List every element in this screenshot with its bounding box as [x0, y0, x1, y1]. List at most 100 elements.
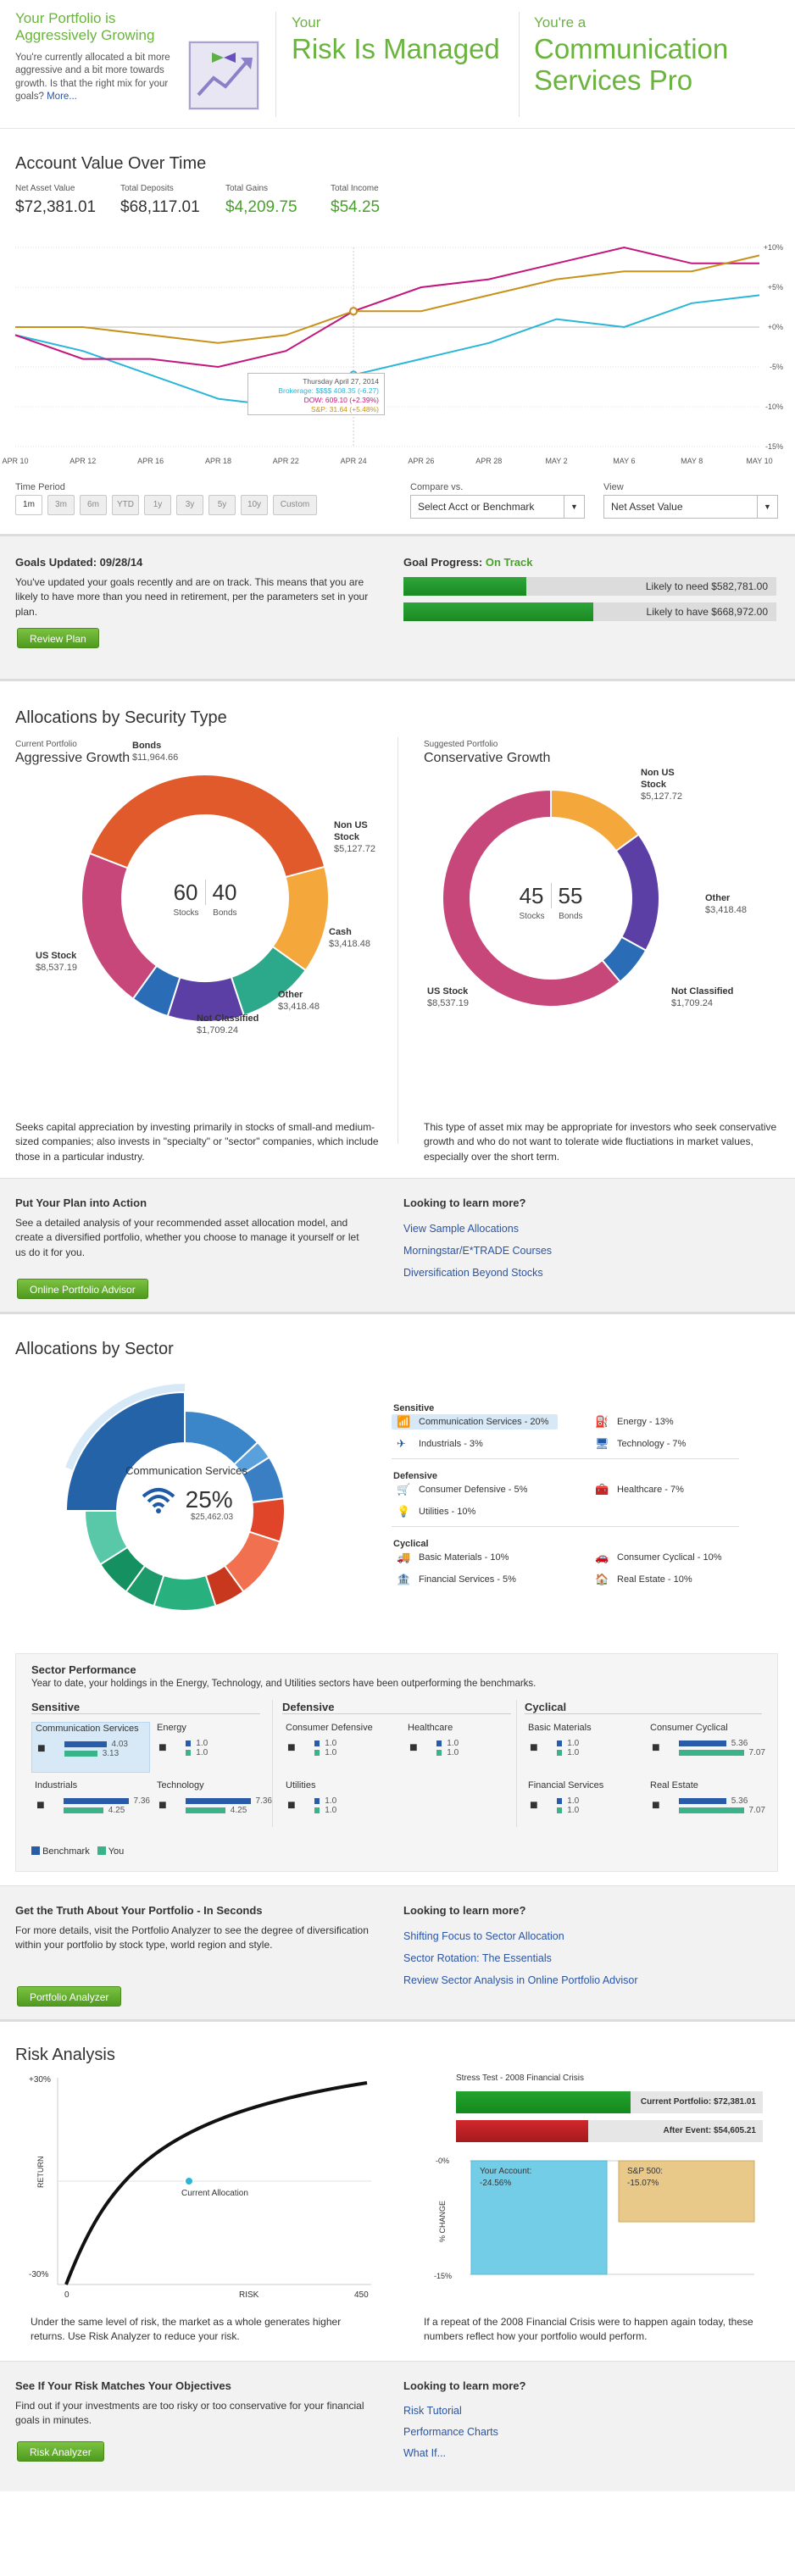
- link-diversification[interactable]: Diversification Beyond Stocks: [403, 1262, 552, 1284]
- link-what-if[interactable]: What If...: [403, 2443, 498, 2464]
- sector-item-energy[interactable]: ⛽ Energy - 13%: [590, 1414, 674, 1430]
- performance-legend: Benchmark You: [31, 1846, 124, 1858]
- perf-card-financial-services[interactable]: Financial Services ■ 1.0 1.0: [525, 1779, 643, 1830]
- online-portfolio-advisor-button[interactable]: Online Portfolio Advisor: [17, 1279, 148, 1299]
- you-value: 3.13: [102, 1749, 120, 1758]
- label-cash: Cash $3,418.48: [329, 927, 370, 949]
- donut-segment-5: [81, 852, 158, 1001]
- link-view-sample-allocations[interactable]: View Sample Allocations: [403, 1218, 552, 1240]
- sector-item-healthcare[interactable]: 🧰 Healthcare - 7%: [590, 1482, 684, 1497]
- time-button-1m[interactable]: 1m: [15, 495, 42, 515]
- portfolio-analyzer-button[interactable]: Portfolio Analyzer: [17, 1986, 122, 2007]
- review-plan-button[interactable]: Review Plan: [17, 628, 99, 648]
- objectives-learn-title: Looking to learn more?: [403, 2379, 526, 2392]
- sector-item-consumer-cyclical[interactable]: 🚗 Consumer Cyclical - 10%: [590, 1550, 721, 1565]
- perf-card-name: Basic Materials: [528, 1723, 592, 1733]
- truth-title: Get the Truth About Your Portfolio - In …: [15, 1904, 263, 1917]
- donut-segment-0: [88, 774, 326, 879]
- sector-icon: ■: [37, 1741, 46, 1756]
- performance-panel: Sector Performance Year to date, your ho…: [15, 1653, 778, 1872]
- risk-y-bottom: -30%: [29, 2270, 49, 2279]
- sector-item-real-estate[interactable]: 🏠 Real Estate - 10%: [590, 1572, 692, 1587]
- perf-card-name: Energy: [157, 1723, 186, 1733]
- x-tick-label: MAY 2: [545, 457, 567, 465]
- you-value: 1.0: [325, 1748, 337, 1757]
- time-button-3y[interactable]: 3y: [176, 495, 203, 515]
- tooltip-sp: S&P: 31.64 (+5.48%): [310, 405, 379, 414]
- x-tick-label: APR 16: [137, 457, 164, 465]
- sector-item-consumer-defensive[interactable]: 🛒 Consumer Defensive - 5%: [392, 1482, 527, 1497]
- benchmark-bar: [64, 1798, 129, 1804]
- plan-title: Put Your Plan into Action: [15, 1196, 147, 1209]
- perf-card-real-estate[interactable]: Real Estate ■ 5.36 7.07: [647, 1779, 765, 1830]
- sector-item-basic-materials[interactable]: 🚚 Basic Materials - 10%: [392, 1550, 509, 1565]
- link-review-sector-analysis[interactable]: Review Sector Analysis in Online Portfol…: [403, 1969, 638, 1991]
- truth-text: For more details, visit the Portfolio An…: [15, 1924, 369, 1951]
- sector-item-industrials[interactable]: ✈ Industrials - 3%: [392, 1436, 483, 1452]
- allocations-sector-section: Allocations by Sector Communication Serv…: [0, 1314, 795, 1645]
- stat-value: $68,117.01: [120, 197, 200, 216]
- perf-group-sensitive: Sensitive: [31, 1701, 81, 1713]
- current-portfolio-bar: Current Portfolio: $72,381.01: [456, 2091, 763, 2113]
- you-bar: [64, 1807, 103, 1813]
- time-button-3m[interactable]: 3m: [47, 495, 75, 515]
- perf-card-name: Technology: [157, 1780, 204, 1790]
- perf-card-utilities[interactable]: Utilities ■ 1.0 1.0: [282, 1779, 401, 1830]
- time-button-10y[interactable]: 10y: [241, 495, 268, 515]
- x-tick-label: APR 28: [475, 457, 502, 465]
- current-allocation-label: Current Allocation: [181, 2189, 248, 2198]
- perf-card-technology[interactable]: Technology ■ 7.36 4.25: [153, 1779, 272, 1830]
- sector-item-utilities[interactable]: 💡 Utilities - 10%: [392, 1504, 475, 1519]
- benchmark-bar: [186, 1798, 251, 1804]
- view-select[interactable]: Net Asset Value ▼: [603, 495, 778, 519]
- sector-icon: ■: [652, 1798, 660, 1813]
- you-swatch: [97, 1846, 106, 1855]
- suggested-portfolio-name: Conservative Growth: [424, 751, 551, 765]
- truth-links: Shifting Focus to Sector Allocation Sect…: [403, 1925, 638, 1991]
- benchmark-bar: [679, 1798, 726, 1804]
- risk-analyzer-button[interactable]: Risk Analyzer: [17, 2441, 104, 2462]
- risk-x-left: 0: [64, 2290, 69, 2300]
- benchmark-bar: [557, 1740, 563, 1746]
- time-button-6m[interactable]: 6m: [80, 495, 107, 515]
- time-button-custom[interactable]: Custom: [273, 495, 317, 515]
- link-shifting-focus[interactable]: Shifting Focus to Sector Allocation: [403, 1925, 638, 1947]
- perf-card-basic-materials[interactable]: Basic Materials ■ 1.0 1.0: [525, 1722, 643, 1773]
- you-bar: [64, 1751, 97, 1757]
- you-value: 4.25: [108, 1806, 125, 1815]
- sector-item-financial-services[interactable]: 🏦 Financial Services - 5%: [392, 1572, 516, 1587]
- more-link[interactable]: More...: [47, 92, 77, 102]
- link-performance-charts[interactable]: Performance Charts: [403, 2422, 498, 2443]
- benchmark-bar: [186, 1740, 192, 1746]
- you-bar: [679, 1807, 744, 1813]
- perf-card-healthcare[interactable]: Healthcare ■ 1.0 1.0: [404, 1722, 523, 1773]
- benchmark-bar: [314, 1740, 320, 1746]
- performance-subtitle: Year to date, your holdings in the Energ…: [31, 1679, 536, 1689]
- link-sector-rotation[interactable]: Sector Rotation: The Essentials: [403, 1947, 638, 1969]
- x-tick-label: APR 18: [205, 457, 231, 465]
- perf-card-communication-services[interactable]: Communication Services ■ 4.03 3.13: [31, 1722, 150, 1773]
- link-morningstar-courses[interactable]: Morningstar/E*TRADE Courses: [403, 1240, 552, 1262]
- compare-select[interactable]: Select Acct or Benchmark ▼: [410, 495, 585, 519]
- link-risk-tutorial[interactable]: Risk Tutorial: [403, 2401, 498, 2422]
- time-button-5y[interactable]: 5y: [208, 495, 236, 515]
- current-portfolio-name: Aggressive Growth: [15, 751, 131, 765]
- plan-links: View Sample Allocations Morningstar/E*TR…: [403, 1218, 552, 1284]
- allocations-security-section: Allocations by Security Type Current Por…: [0, 681, 795, 1178]
- sector-icon: ■: [409, 1740, 418, 1755]
- perf-card-consumer-cyclical[interactable]: Consumer Cyclical ■ 5.36 7.07: [647, 1722, 765, 1773]
- perf-card-industrials[interactable]: Industrials ■ 7.36 4.25: [31, 1779, 150, 1830]
- sector-item-technology[interactable]: 🖥 Technology - 7%: [590, 1436, 686, 1452]
- sector-item-communication-services[interactable]: 📶 Communication Services - 20%: [392, 1414, 558, 1430]
- x-tick-label: APR 10: [2, 457, 28, 465]
- time-button-ytd[interactable]: YTD: [112, 495, 139, 515]
- airplane-icon: ✈: [397, 1437, 406, 1450]
- stat-3: Total Income $54.25: [331, 183, 380, 218]
- time-button-1y[interactable]: 1y: [144, 495, 171, 515]
- objectives-section: See If Your Risk Matches Your Objectives…: [0, 2361, 795, 2491]
- stat-0: Net Asset Value $72,381.01: [15, 183, 96, 218]
- perf-card-consumer-defensive[interactable]: Consumer Defensive ■ 1.0 1.0: [282, 1722, 401, 1773]
- perf-card-energy[interactable]: Energy ■ 1.0 1.0: [153, 1722, 272, 1773]
- view-label: View: [603, 482, 624, 492]
- after-event-bar: After Event: $54,605.21: [456, 2120, 763, 2142]
